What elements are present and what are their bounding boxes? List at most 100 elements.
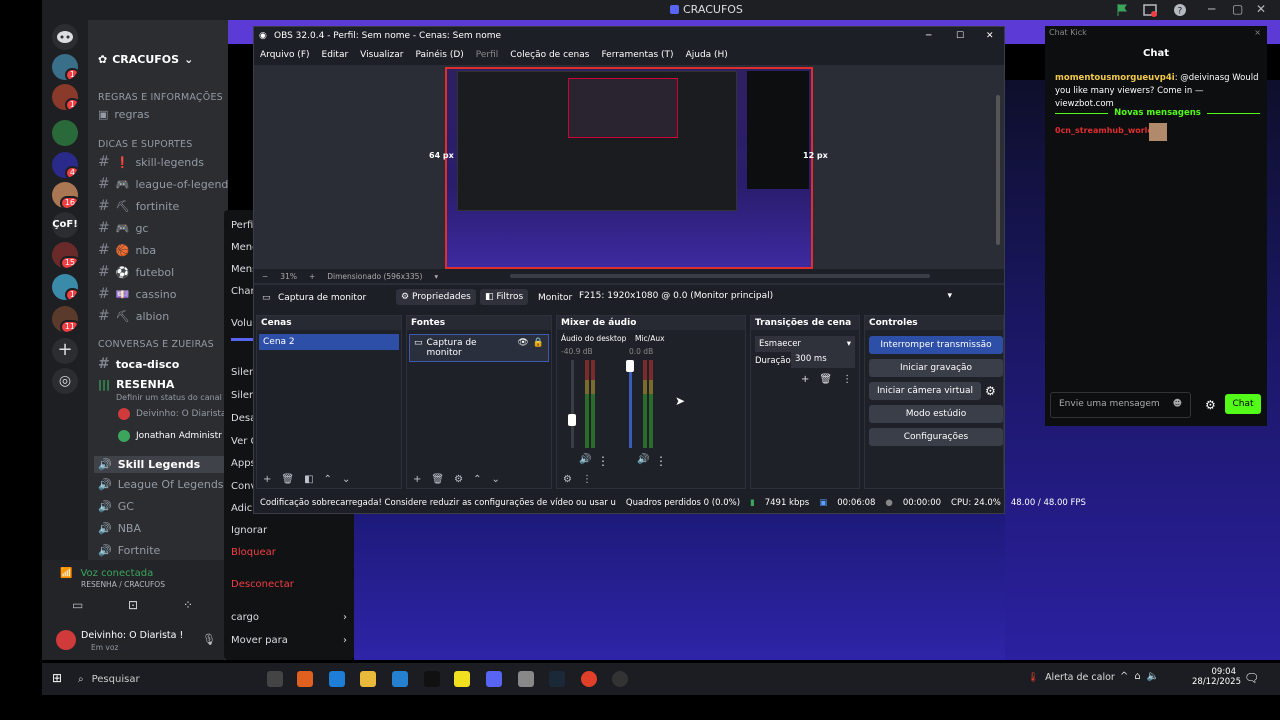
channel-skill-legends[interactable]: # ❗ skill-legends xyxy=(98,154,204,170)
menu-item-move[interactable]: Mover para › xyxy=(231,635,347,646)
start-recording-button[interactable]: Iniciar gravação xyxy=(869,359,1003,377)
app-icon[interactable] xyxy=(454,671,470,687)
maximize-icon[interactable]: ☐ xyxy=(956,27,964,45)
stop-stream-button[interactable]: Interromper transmissão xyxy=(869,336,1003,354)
horizontal-scrollbar[interactable] xyxy=(510,274,931,278)
desktop-volume-fader[interactable] xyxy=(568,414,576,426)
channel-nba[interactable]: # 🏀 nba xyxy=(98,242,156,258)
filter-icon[interactable]: ◧ xyxy=(304,474,313,485)
chrome-icon[interactable] xyxy=(581,671,597,687)
menu-visualizar[interactable]: Visualizar xyxy=(360,50,403,60)
discord-home-icon[interactable] xyxy=(52,24,78,50)
channel-status[interactable]: Definir um status do canal xyxy=(116,393,222,402)
edge-icon[interactable] xyxy=(329,671,345,687)
emoji-icon[interactable]: ☻ xyxy=(1173,399,1182,409)
category-tips[interactable]: DICAS E SUPORTES xyxy=(98,139,192,150)
network-icon[interactable]: ⌂ xyxy=(1134,671,1140,682)
task-view-icon[interactable] xyxy=(267,671,283,687)
menu-item-role[interactable]: cargo › xyxy=(231,612,347,623)
more-icon[interactable]: ⋮ xyxy=(655,454,667,468)
inbox-icon[interactable] xyxy=(1142,2,1158,18)
menu-ajuda[interactable]: Ajuda (H) xyxy=(686,50,728,60)
preview-canvas[interactable]: 64 px 12 px xyxy=(254,65,1004,295)
menu-item-block[interactable]: Bloquear xyxy=(231,547,276,558)
server-icon-2[interactable]: 1 xyxy=(52,84,78,110)
voice-user[interactable]: Jonathan Administr xyxy=(118,430,222,442)
send-chat-button[interactable]: Chat xyxy=(1225,394,1261,414)
taskbar-search[interactable]: ⌕ Pesquisar xyxy=(78,668,278,690)
flag-icon[interactable] xyxy=(1114,2,1130,18)
server-icon-4[interactable]: 4 xyxy=(52,152,78,178)
server-icon-6[interactable]: 15 xyxy=(52,242,78,268)
voice-channel[interactable]: 🔊 NBA xyxy=(98,522,141,535)
voice-channel[interactable]: 🔊 Fortnite xyxy=(98,544,160,557)
activities-icon[interactable]: ⁘ xyxy=(183,598,193,612)
properties-button[interactable]: ⚙ Propriedades xyxy=(396,289,476,305)
windows-start-icon[interactable]: ⊞ xyxy=(52,671,62,685)
server-icon-3[interactable] xyxy=(52,120,78,146)
menu-perfil[interactable]: Perfil xyxy=(476,50,499,60)
gear-icon[interactable]: ⚙ xyxy=(1205,398,1216,412)
menu-colecao[interactable]: Coleção de cenas xyxy=(510,50,589,60)
steam-icon[interactable] xyxy=(549,671,565,687)
add-icon[interactable]: + xyxy=(263,474,271,485)
video-icon[interactable]: ▭ xyxy=(72,598,83,612)
voice-channel[interactable]: 🔊 GC xyxy=(98,500,134,513)
voice-channel[interactable]: 🔊 League Of Legends xyxy=(98,478,224,491)
notification-icon[interactable]: 🗨 xyxy=(1244,671,1259,685)
settings-button[interactable]: Configurações xyxy=(869,428,1003,446)
menu-item-disconnect[interactable]: Desconectar xyxy=(231,579,294,590)
virtual-camera-button[interactable]: Iniciar câmera virtual xyxy=(869,382,981,400)
studio-mode-button[interactable]: Modo estúdio xyxy=(869,405,1003,423)
menu-editar[interactable]: Editar xyxy=(322,50,349,60)
volume-icon[interactable]: 🔈 xyxy=(1147,671,1159,682)
arrow-down-icon[interactable]: ⌄ xyxy=(342,474,350,485)
heat-alert[interactable]: 🌡 Alerta de calor xyxy=(1027,672,1115,683)
menu-item-ignore[interactable]: Ignorar xyxy=(231,525,267,536)
category-rules[interactable]: REGRAS E INFORMAÇÕES xyxy=(98,92,223,103)
add-icon[interactable]: + xyxy=(413,474,421,485)
category-chat[interactable]: CONVERSAS E ZUEIRAS xyxy=(98,339,214,350)
chat-input[interactable]: Envie uma mensagem ☻ xyxy=(1050,392,1191,418)
clock[interactable]: 09:04 28/12/2025 xyxy=(1192,667,1241,687)
transition-select[interactable]: Esmaecer ▾ xyxy=(755,336,855,352)
channel-albion[interactable]: # ⛏ albion xyxy=(98,308,169,324)
channel-toca-disco[interactable]: # toca-disco xyxy=(98,356,179,372)
explorer-icon[interactable] xyxy=(360,671,376,687)
maximize-icon[interactable]: ▢ xyxy=(1232,2,1248,18)
minimize-icon[interactable]: ─ xyxy=(1208,2,1224,18)
menu-paineis[interactable]: Painéis (D) xyxy=(415,50,463,60)
gear-icon[interactable]: ⚙ xyxy=(985,384,996,398)
server-icon-1[interactable]: 1 xyxy=(52,54,78,80)
chevron-up-icon[interactable]: ^ xyxy=(1120,671,1128,682)
screenshare-icon[interactable]: ⊡ xyxy=(128,598,138,612)
menu-arquivo[interactable]: Arquivo (F) xyxy=(260,50,310,60)
more-icon[interactable]: ⋮ xyxy=(597,454,609,468)
close-icon[interactable]: ✕ xyxy=(1256,2,1272,18)
gear-icon[interactable]: ⚙ xyxy=(563,474,572,485)
duration-input[interactable]: 300 ms xyxy=(791,352,855,368)
eye-icon[interactable]: 👁 xyxy=(517,338,528,358)
filters-button[interactable]: ◧ Filtros xyxy=(480,289,529,305)
zoom-out-icon[interactable]: − xyxy=(262,272,268,281)
gear-icon[interactable]: ⚙ xyxy=(454,474,463,485)
source-item[interactable]: ▭ Captura de monitor 👁 🔒 xyxy=(409,334,549,362)
close-icon[interactable]: ✕ xyxy=(986,27,994,45)
explore-icon[interactable]: ◎ xyxy=(52,368,78,394)
app-icon[interactable] xyxy=(518,671,534,687)
preview-frame[interactable] xyxy=(445,67,813,269)
voice-channel-skill-legends[interactable]: 🔊 Skill Legends xyxy=(94,456,224,473)
channel-cassino[interactable]: # 💷 cassino xyxy=(98,286,176,302)
trash-icon[interactable]: 🗑 xyxy=(819,374,832,385)
server-name[interactable]: ✿ CRACUFOS ⌄ xyxy=(98,53,193,66)
lock-icon[interactable]: 🔒 xyxy=(533,338,544,358)
minimize-icon[interactable]: ─ xyxy=(926,27,931,45)
voice-user[interactable]: Deivinho: O Diarista ! xyxy=(118,408,228,420)
preview-scrollbar[interactable] xyxy=(996,95,1000,245)
zoom-in-icon[interactable]: + xyxy=(309,272,315,281)
channel-league[interactable]: # 🎮 league-of-legends xyxy=(98,176,228,192)
voice-connection[interactable]: 📶 Voz conectada xyxy=(60,568,153,579)
trash-icon[interactable]: 🗑 xyxy=(431,474,444,485)
add-icon[interactable]: + xyxy=(801,374,809,385)
obs-taskbar-icon[interactable] xyxy=(612,671,628,687)
